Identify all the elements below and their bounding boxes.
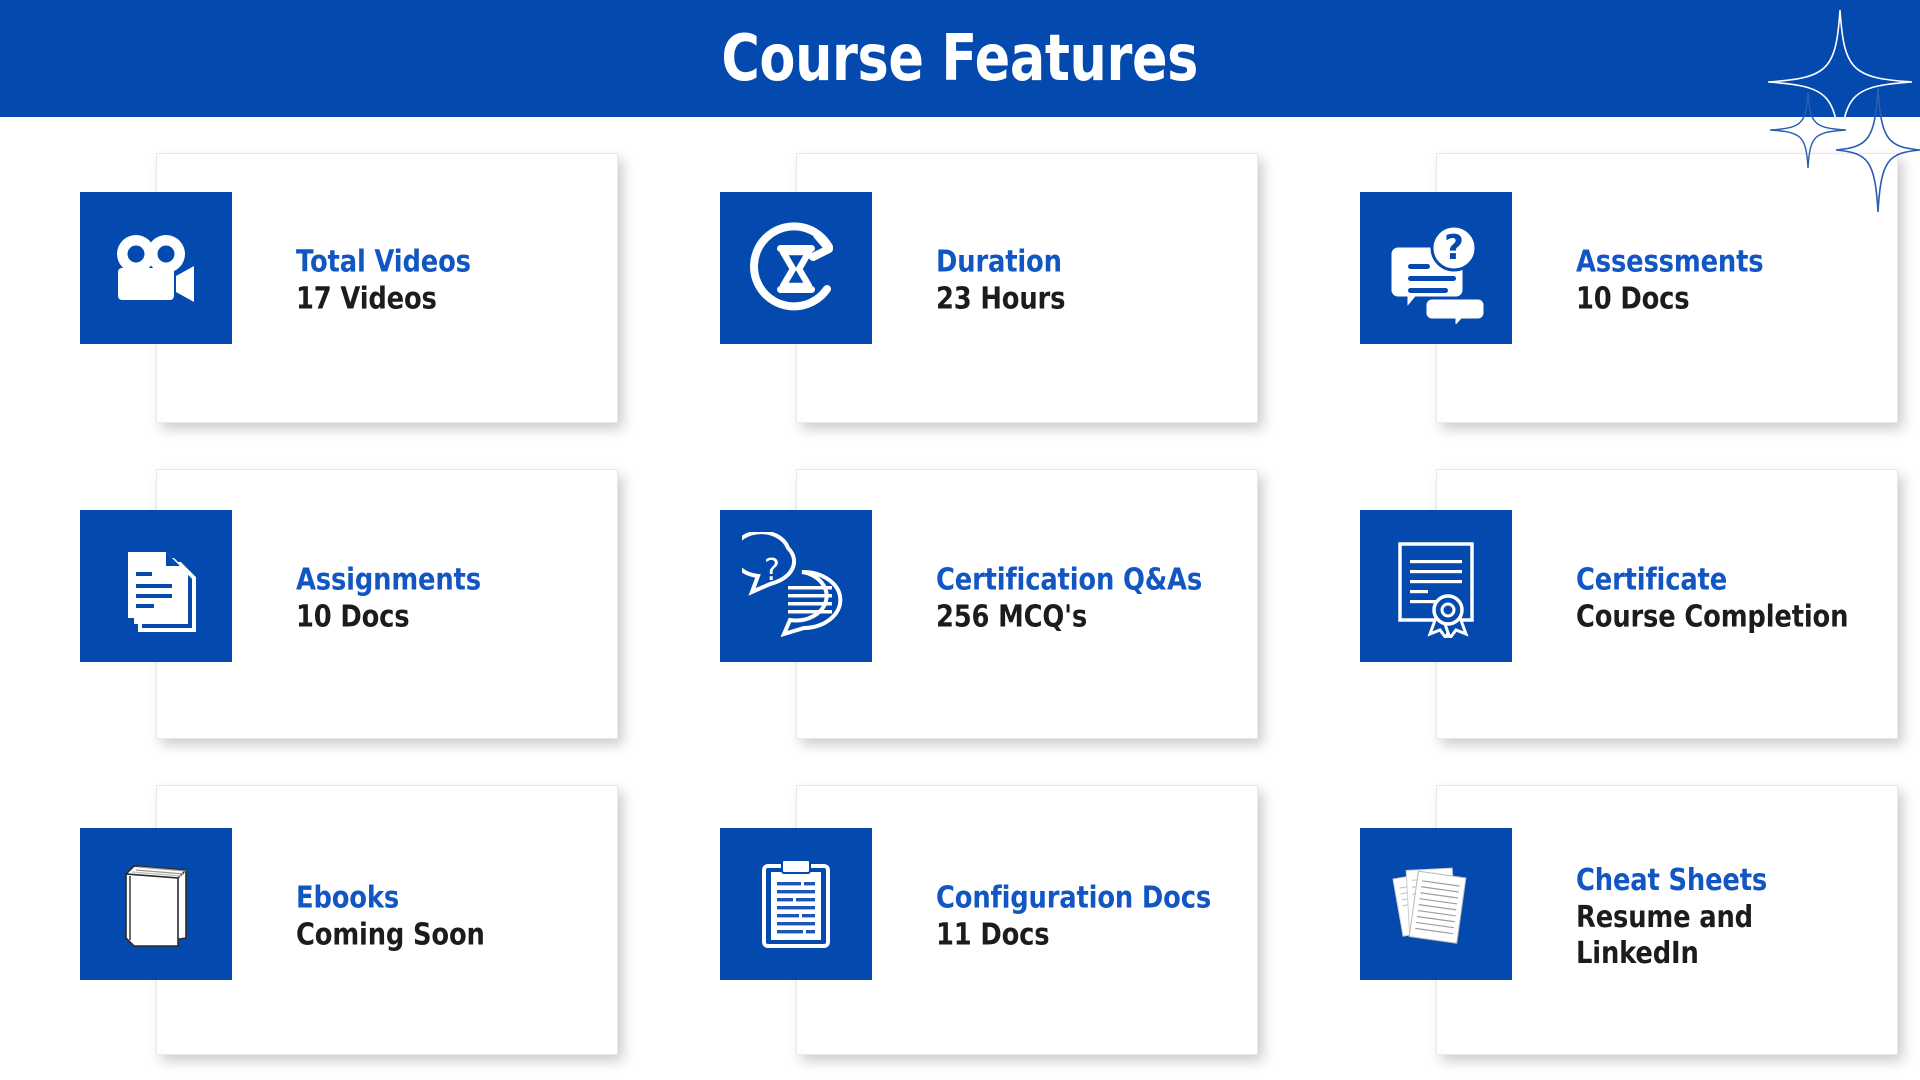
card-title: Cheat Sheets [1576,862,1768,898]
chat-bubbles-qa-icon: ? [720,510,872,662]
card-text-block: Total Videos 17 Videos [296,245,616,318]
svg-text:?: ? [1444,228,1464,268]
card-text-block: Certificate Course Completion [1576,563,1896,636]
card-content: ? Assessments 10 Docs [1280,135,1920,427]
card-text-block: Assessments 10 Docs [1576,245,1896,318]
card-title: Assessments [1576,244,1764,280]
card-value: Coming Soon [296,918,485,953]
feature-card-assignments[interactable]: Assignments 10 Docs [0,453,640,745]
card-content: Certificate Course Completion [1280,453,1920,745]
card-value: Course Completion [1576,600,1849,635]
card-content: Total Videos 17 Videos [0,135,640,427]
card-content: Ebooks Coming Soon [0,771,640,1063]
feature-card-assessments[interactable]: ? Assessments 10 Docs [1280,135,1920,427]
feature-card-certification-qas[interactable]: ? Certification Q&As 256 MCQ's [640,453,1280,745]
card-text-block: Configuration Docs 11 Docs [936,881,1256,954]
svg-text:?: ? [764,553,780,588]
book-icon [80,828,232,980]
card-title: Total Videos [296,244,471,280]
stacked-documents-icon [80,510,232,662]
card-text-block: Cheat Sheets Resume and LinkedIn [1576,863,1896,971]
feature-card-certificate[interactable]: Certificate Course Completion [1280,453,1920,745]
card-title: Ebooks [296,880,400,916]
card-content: Assignments 10 Docs [0,453,640,745]
card-title: Certification Q&As [936,562,1203,598]
card-text-block: Certification Q&As 256 MCQ's [936,563,1256,636]
card-text-block: Duration 23 Hours [936,245,1256,318]
card-title: Duration [936,244,1062,280]
card-content: Cheat Sheets Resume and LinkedIn [1280,771,1920,1063]
card-value: 23 Hours [936,282,1066,317]
features-row: Total Videos 17 Videos Duration 23 Hours… [0,135,1920,427]
card-value: Resume and LinkedIn [1576,900,1753,971]
card-title: Configuration Docs [936,880,1212,916]
card-value: 17 Videos [296,282,437,317]
video-camera-icon [80,192,232,344]
features-grid: Total Videos 17 Videos Duration 23 Hours… [0,117,1920,1063]
features-row: Assignments 10 Docs ? Certification Q&As… [0,453,1920,745]
page-title: Course Features [721,21,1199,96]
assessment-question-bubble-icon: ? [1360,192,1512,344]
scattered-papers-icon [1360,828,1512,980]
feature-card-configuration-docs[interactable]: Configuration Docs 11 Docs [640,771,1280,1063]
feature-card-cheat-sheets[interactable]: Cheat Sheets Resume and LinkedIn [1280,771,1920,1063]
features-row: Ebooks Coming Soon Configuration Docs 11… [0,771,1920,1063]
card-value: 10 Docs [296,600,410,635]
certificate-ribbon-icon [1360,510,1512,662]
clipboard-docs-icon [720,828,872,980]
feature-card-duration[interactable]: Duration 23 Hours [640,135,1280,427]
card-value: 10 Docs [1576,282,1690,317]
card-text-block: Ebooks Coming Soon [296,881,616,954]
feature-card-ebooks[interactable]: Ebooks Coming Soon [0,771,640,1063]
card-title: Certificate [1576,562,1728,598]
card-value: 256 MCQ's [936,600,1088,635]
card-content: Duration 23 Hours [640,135,1280,427]
hourglass-duration-icon [720,192,872,344]
feature-card-total-videos[interactable]: Total Videos 17 Videos [0,135,640,427]
card-content: ? Certification Q&As 256 MCQ's [640,453,1280,745]
page-header: Course Features [0,0,1920,213]
card-value: 11 Docs [936,918,1050,953]
card-title: Assignments [296,562,481,598]
card-content: Configuration Docs 11 Docs [640,771,1280,1063]
card-text-block: Assignments 10 Docs [296,563,616,636]
